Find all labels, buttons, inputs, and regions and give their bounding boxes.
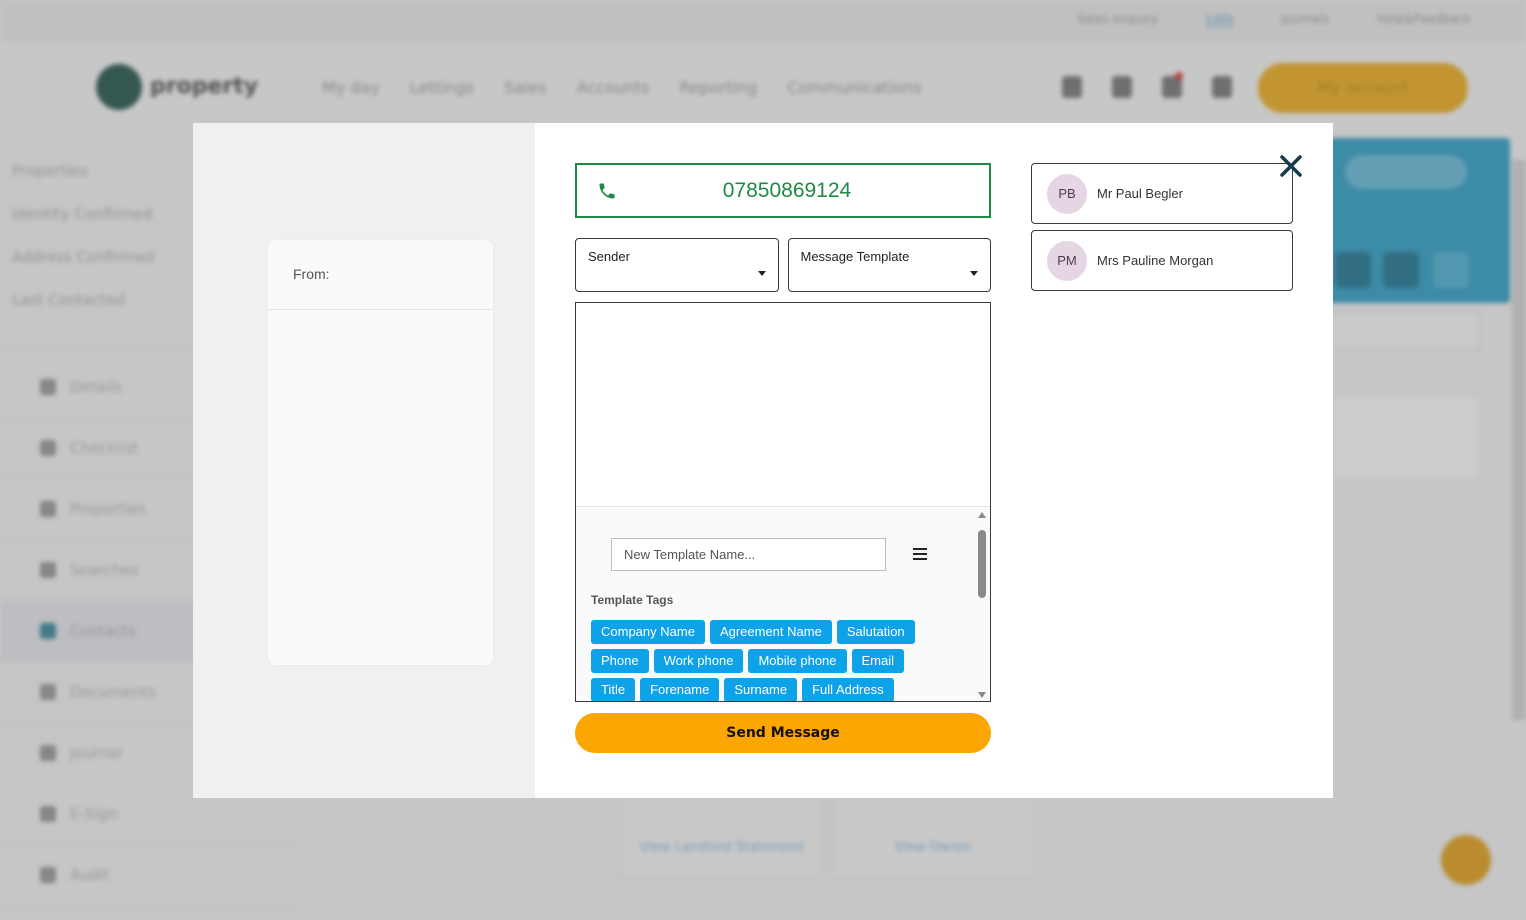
message-preview: From: [268, 240, 493, 665]
tag-full-address[interactable]: Full Address [802, 678, 894, 701]
close-icon[interactable] [1278, 153, 1304, 179]
caret-down-icon [757, 271, 766, 276]
avatar: PB [1047, 173, 1087, 214]
message-template-label: Message Template [800, 249, 910, 264]
sender-label: Sender [588, 249, 630, 264]
menu-icon[interactable] [913, 548, 927, 560]
tag-surname[interactable]: Surname [724, 678, 798, 701]
preview-panel: From: [193, 123, 535, 798]
scroll-down-icon[interactable] [978, 692, 986, 698]
tag-mobile-phone[interactable]: Mobile phone [748, 649, 847, 673]
editor-scrollbar[interactable] [976, 510, 988, 700]
avatar: PM [1047, 240, 1087, 281]
scroll-thumb[interactable] [978, 530, 986, 598]
preview-from-label: From: [268, 240, 493, 310]
caret-down-icon [970, 271, 978, 276]
message-textarea[interactable] [576, 303, 990, 507]
recipient-phone-field[interactable]: 07850869124 [575, 163, 991, 218]
scroll-up-icon[interactable] [978, 512, 986, 518]
contact-item[interactable]: PB Mr Paul Begler [1031, 163, 1293, 224]
contact-name: Mr Paul Begler [1097, 186, 1183, 201]
compose-panel: 07850869124 Sender Message Template New … [575, 163, 991, 753]
sender-select[interactable]: Sender [575, 238, 779, 292]
tag-salutation[interactable]: Salutation [836, 620, 915, 644]
tag-agreement-name[interactable]: Agreement Name [709, 620, 832, 644]
contact-name: Mrs Pauline Morgan [1097, 253, 1214, 268]
message-template-select[interactable]: Message Template [787, 238, 991, 292]
tag-work-phone[interactable]: Work phone [653, 649, 744, 673]
tag-company-name[interactable]: Company Name [591, 620, 705, 644]
phone-icon [599, 183, 615, 199]
template-tags-title: Template Tags [591, 593, 674, 607]
tag-email[interactable]: Email [851, 649, 905, 673]
send-sms-modal: From: 07850869124 Sender Message Templat… [193, 123, 1333, 798]
recipients-panel: PB Mr Paul Begler PM Mrs Pauline Morgan [1031, 163, 1293, 297]
tag-phone[interactable]: Phone [591, 649, 649, 673]
template-tools: New Template Name... Template Tags Compa… [576, 508, 990, 701]
tag-title[interactable]: Title [591, 678, 636, 701]
contact-item[interactable]: PM Mrs Pauline Morgan [1031, 230, 1293, 291]
template-tags: Company Name Agreement Name Salutation P… [591, 620, 951, 701]
phone-number: 07850869124 [722, 178, 852, 202]
message-editor: New Template Name... Template Tags Compa… [575, 302, 991, 702]
send-message-button[interactable]: Send Message [575, 713, 991, 753]
new-template-name-input[interactable]: New Template Name... [611, 538, 886, 571]
tag-forename[interactable]: Forename [640, 678, 720, 701]
